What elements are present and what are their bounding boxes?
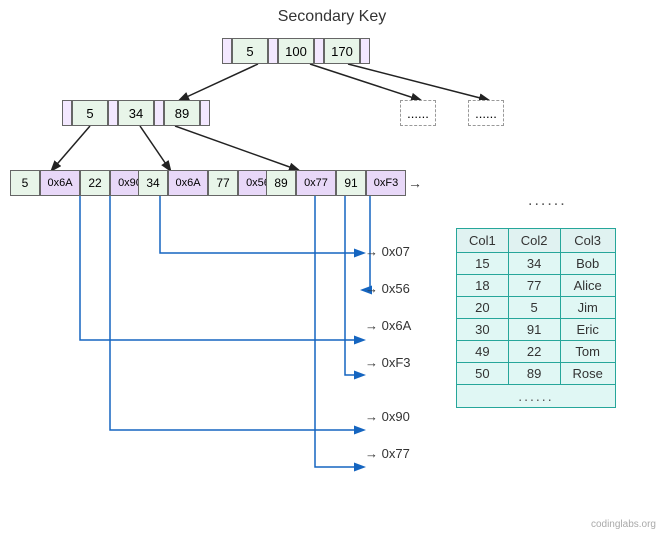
table-row: 50 89 Rose [457, 363, 616, 385]
pointer-3: → 0xF3 [365, 355, 411, 370]
level2-node-0: 5 34 89 [62, 100, 210, 126]
table-row: 30 91 Eric [457, 319, 616, 341]
l2-0-ptr-2 [154, 100, 164, 126]
cell-4-1: 22 [508, 341, 560, 363]
leaf-1-val-0: 0x6A [168, 170, 208, 196]
l2-0-ptr-3 [200, 100, 210, 126]
page-title: Secondary Key [0, 8, 664, 26]
table-row: 18 77 Alice [457, 275, 616, 297]
leaf-0-key-0: 5 [10, 170, 40, 196]
table-ellipsis: ...... [457, 385, 616, 408]
cell-1-0: 18 [457, 275, 509, 297]
level2-node-2: ...... [468, 100, 504, 126]
canvas: Secondary Key [0, 0, 664, 534]
root-key-2: 170 [324, 38, 360, 64]
cell-0-0: 15 [457, 253, 509, 275]
leaf-2-val-1: 0xF3 [366, 170, 406, 196]
cell-3-1: 91 [508, 319, 560, 341]
pointer-4: → 0x90 [365, 409, 410, 424]
leaf-1-key-0: 34 [138, 170, 168, 196]
data-table: Col1 Col2 Col3 15 34 Bob 18 77 Alice 20 … [456, 228, 616, 408]
leaf-node-2: 89 0x77 91 0xF3 → [266, 170, 424, 196]
col3-header: Col3 [560, 229, 615, 253]
table-row: 20 5 Jim [457, 297, 616, 319]
leaf-2-val-0: 0x77 [296, 170, 336, 196]
pointer-0: → 0x07 [365, 244, 410, 259]
main-ellipsis: ...... [528, 192, 567, 210]
col1-header: Col1 [457, 229, 509, 253]
cell-0-1: 34 [508, 253, 560, 275]
l2-0-key-2: 89 [164, 100, 200, 126]
level2-node-1: ...... [400, 100, 436, 126]
cell-0-2: Bob [560, 253, 615, 275]
table-row: 49 22 Tom [457, 341, 616, 363]
leaf-2-arrow: → [406, 170, 424, 196]
root-node: 5 100 170 [222, 38, 370, 64]
cell-2-0: 20 [457, 297, 509, 319]
cell-4-2: Tom [560, 341, 615, 363]
cell-5-2: Rose [560, 363, 615, 385]
pointer-1: → 0x56 [365, 281, 410, 296]
leaf-1-key-1: 77 [208, 170, 238, 196]
l2-2-ellipsis: ...... [468, 100, 504, 126]
leaf-2-key-1: 91 [336, 170, 366, 196]
table-ellipsis-row: ...... [457, 385, 616, 408]
watermark: codinglabs.org [591, 519, 656, 530]
root-ptr-1 [268, 38, 278, 64]
cell-3-0: 30 [457, 319, 509, 341]
cell-1-2: Alice [560, 275, 615, 297]
col2-header: Col2 [508, 229, 560, 253]
root-key-0: 5 [232, 38, 268, 64]
cell-3-2: Eric [560, 319, 615, 341]
table-row: 15 34 Bob [457, 253, 616, 275]
l2-0-key-0: 5 [72, 100, 108, 126]
leaf-2-key-0: 89 [266, 170, 296, 196]
pointer-5: → 0x77 [365, 446, 410, 461]
cell-2-2: Jim [560, 297, 615, 319]
cell-5-0: 50 [457, 363, 509, 385]
cell-5-1: 89 [508, 363, 560, 385]
root-ptr-2 [314, 38, 324, 64]
l2-0-ptr-1 [108, 100, 118, 126]
pointer-2: → 0x6A [365, 318, 411, 333]
l2-0-ptr-0 [62, 100, 72, 126]
cell-2-1: 5 [508, 297, 560, 319]
leaf-0-key-1: 22 [80, 170, 110, 196]
root-ptr-0 [222, 38, 232, 64]
root-key-1: 100 [278, 38, 314, 64]
root-ptr-3 [360, 38, 370, 64]
l2-0-key-1: 34 [118, 100, 154, 126]
cell-1-1: 77 [508, 275, 560, 297]
cell-4-0: 49 [457, 341, 509, 363]
l2-1-ellipsis: ...... [400, 100, 436, 126]
leaf-0-val-0: 0x6A [40, 170, 80, 196]
